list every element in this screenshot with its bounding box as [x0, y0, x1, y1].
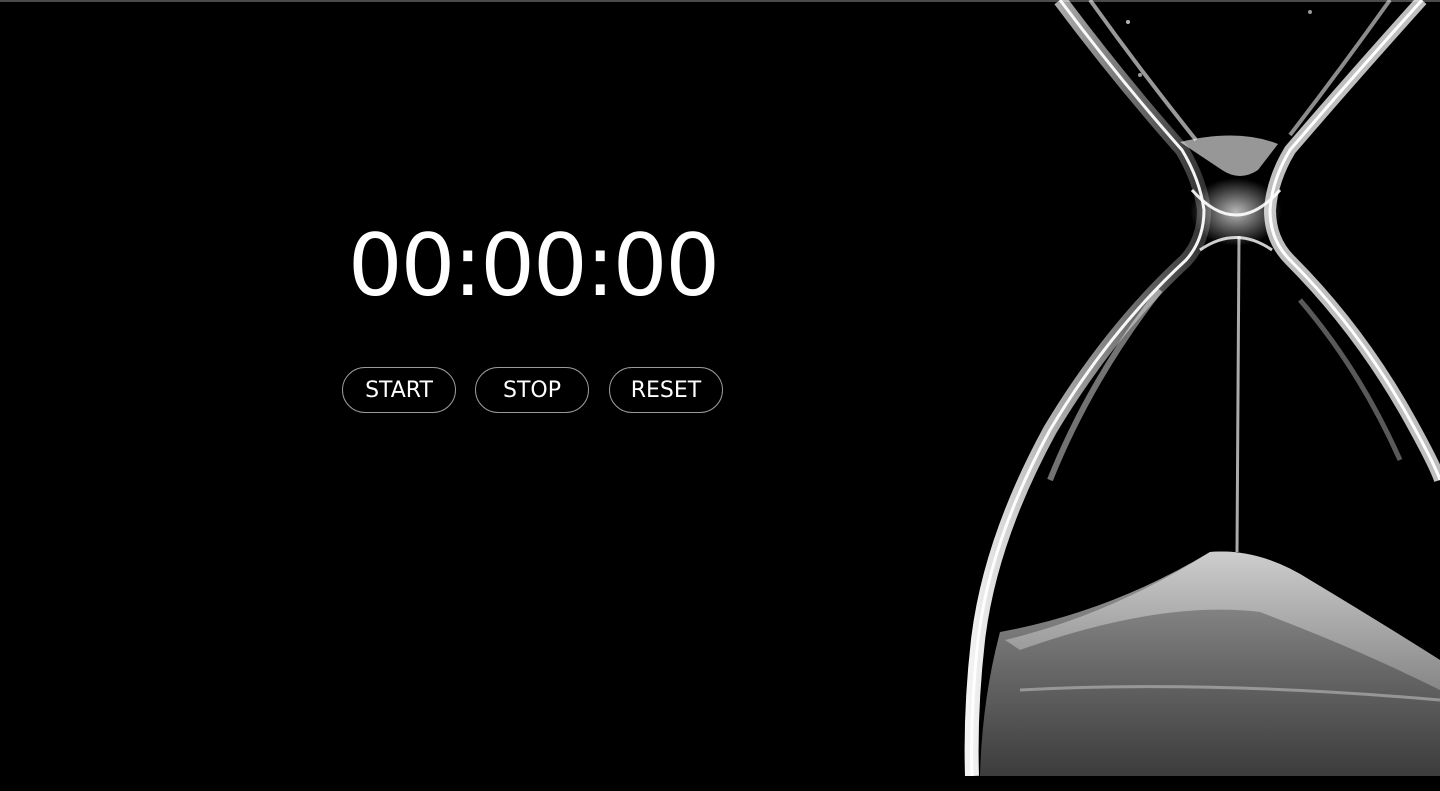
stop-button[interactable]: STOP	[475, 367, 589, 413]
hourglass-icon	[964, 0, 1440, 777]
bottom-strip	[0, 776, 1440, 791]
reset-button[interactable]: RESET	[609, 367, 723, 413]
hourglass-image	[960, 0, 1440, 777]
start-button[interactable]: START	[342, 367, 456, 413]
stopwatch-controls: START STOP RESET	[342, 367, 726, 413]
stopwatch: 00:00:00 START STOP RESET	[336, 216, 730, 413]
time-display: 00:00:00	[347, 216, 720, 316]
